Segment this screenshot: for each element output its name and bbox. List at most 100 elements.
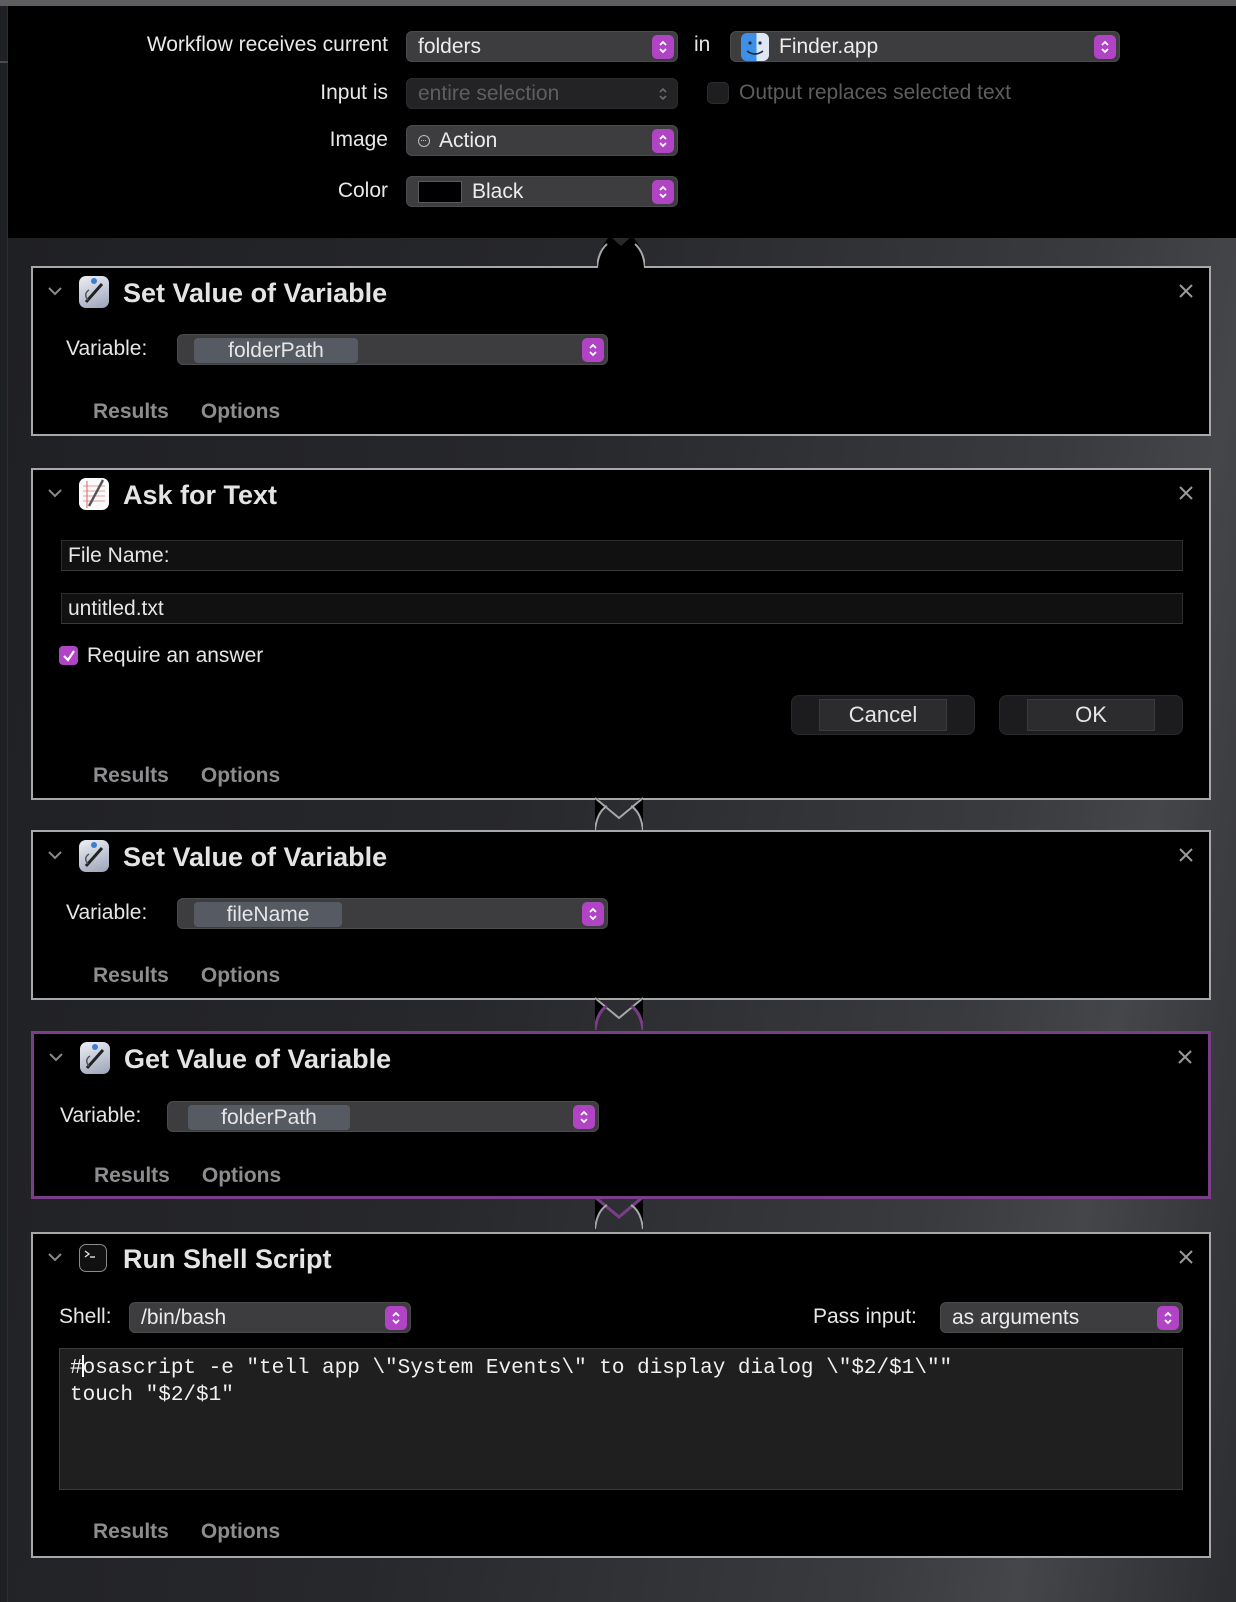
tab-results[interactable]: Results xyxy=(93,964,169,988)
action-image-icon xyxy=(418,134,430,147)
popup-stepper-icon xyxy=(652,35,674,59)
popup-stepper-icon xyxy=(652,180,674,204)
popup-stepper-icon xyxy=(582,902,604,926)
application-value: Finder.app xyxy=(779,34,879,58)
shell-label: Shell: xyxy=(59,1305,112,1328)
popup-stepper-icon xyxy=(1094,35,1116,59)
popup-stepper-icon xyxy=(652,82,674,106)
input-is-label: Input is xyxy=(320,81,388,104)
action-title: Get Value of Variable xyxy=(124,1044,392,1074)
image-value: Action xyxy=(439,128,498,152)
color-popup[interactable]: Black xyxy=(406,176,678,207)
receives-popup[interactable]: folders xyxy=(406,31,678,62)
popup-stepper-icon xyxy=(385,1306,407,1330)
library-pane-edge xyxy=(0,6,8,1602)
script-line-1: #osascript -e "tell app \"System Events\… xyxy=(70,1355,953,1380)
close-icon[interactable] xyxy=(1177,484,1195,502)
textedit-icon xyxy=(79,478,109,510)
collapse-chevron-icon[interactable] xyxy=(47,286,63,296)
script-editor[interactable]: #osascript -e "tell app \"System Events\… xyxy=(59,1348,1183,1490)
default-answer-text: untitled.txt xyxy=(68,596,164,620)
collapse-chevron-icon[interactable] xyxy=(48,1052,64,1062)
workflow-area: Set Value of Variable Variable: folderPa… xyxy=(8,236,1236,1602)
variable-popup[interactable]: fileName xyxy=(177,898,608,929)
pass-input-label: Pass input: xyxy=(813,1305,917,1328)
variable-popup[interactable]: folderPath xyxy=(167,1101,599,1132)
variable-icon xyxy=(79,840,109,872)
collapse-chevron-icon[interactable] xyxy=(47,1252,63,1262)
question-text: File Name: xyxy=(68,543,170,567)
workflow-header: Workflow receives current folders in Fin… xyxy=(8,6,1236,238)
collapse-chevron-icon[interactable] xyxy=(47,488,63,498)
popup-stepper-icon xyxy=(582,338,604,362)
color-value: Black xyxy=(472,179,524,203)
tab-results[interactable]: Results xyxy=(93,764,169,788)
action-title: Run Shell Script xyxy=(123,1244,332,1274)
action-ask-for-text[interactable]: Ask for Text File Name: untitled.txt Req… xyxy=(31,468,1211,800)
receives-label: Workflow receives current xyxy=(146,33,388,56)
input-is-value: entire selection xyxy=(418,81,560,105)
action-tabs: Results Options xyxy=(93,764,280,788)
variable-label: Variable: xyxy=(66,337,148,360)
output-replaces-label: Output replaces selected text xyxy=(739,81,1011,104)
ok-button[interactable]: OK xyxy=(999,695,1183,735)
action-title: Ask for Text xyxy=(123,480,278,510)
collapse-chevron-icon[interactable] xyxy=(47,850,63,860)
variable-icon xyxy=(80,1042,110,1074)
color-label: Color xyxy=(337,179,388,202)
default-answer-field[interactable]: untitled.txt xyxy=(61,593,1183,624)
popup-stepper-icon xyxy=(1157,1306,1179,1330)
connector-notch xyxy=(597,236,645,269)
receives-value: folders xyxy=(418,34,482,58)
close-icon[interactable] xyxy=(1177,846,1195,864)
divider xyxy=(0,61,8,63)
require-answer-label: Require an answer xyxy=(87,644,264,667)
tab-options[interactable]: Options xyxy=(201,400,280,424)
close-icon[interactable] xyxy=(1177,282,1195,300)
input-is-popup: entire selection xyxy=(406,78,678,109)
action-tabs: Results Options xyxy=(94,1164,281,1188)
pass-input-popup[interactable]: as arguments xyxy=(940,1302,1183,1333)
tab-results[interactable]: Results xyxy=(94,1164,170,1188)
variable-label: Variable: xyxy=(66,901,148,924)
action-set-value-of-variable[interactable]: Set Value of Variable Variable: fileName… xyxy=(31,830,1211,1000)
question-field[interactable]: File Name: xyxy=(61,540,1183,571)
connector-notch xyxy=(595,997,643,1031)
cancel-button-label: Cancel xyxy=(819,699,947,731)
cancel-button[interactable]: Cancel xyxy=(791,695,975,735)
variable-label: Variable: xyxy=(60,1104,142,1127)
action-run-shell-script[interactable]: Run Shell Script Shell: /bin/bash Pass i… xyxy=(31,1232,1211,1558)
shell-value: /bin/bash xyxy=(141,1305,227,1329)
action-set-value-of-variable[interactable]: Set Value of Variable Variable: folderPa… xyxy=(31,236,1211,436)
popup-stepper-icon xyxy=(652,129,674,153)
tab-options[interactable]: Options xyxy=(201,764,280,788)
action-tabs: Results Options xyxy=(93,1520,280,1544)
require-answer-checkbox[interactable] xyxy=(59,646,78,665)
variable-popup[interactable]: folderPath xyxy=(177,334,608,365)
image-popup[interactable]: Action xyxy=(406,125,678,156)
connector-notch xyxy=(595,797,643,831)
color-swatch xyxy=(418,180,462,203)
action-get-value-of-variable[interactable]: Get Value of Variable Variable: folderPa… xyxy=(31,1031,1211,1199)
in-label: in xyxy=(694,33,711,56)
application-popup[interactable]: Finder.app xyxy=(730,31,1120,62)
action-title: Set Value of Variable xyxy=(123,278,388,308)
close-icon[interactable] xyxy=(1177,1248,1195,1266)
variable-icon xyxy=(79,276,109,308)
close-icon[interactable] xyxy=(1176,1048,1194,1066)
tab-options[interactable]: Options xyxy=(201,964,280,988)
checkmark-icon xyxy=(62,649,75,662)
script-line-2: touch "$2/$1" xyxy=(70,1384,234,1407)
tab-options[interactable]: Options xyxy=(202,1164,281,1188)
shell-popup[interactable]: /bin/bash xyxy=(129,1302,411,1333)
tab-results[interactable]: Results xyxy=(93,400,169,424)
variable-token: folderPath xyxy=(188,1105,350,1130)
variable-token: folderPath xyxy=(194,338,358,363)
tab-results[interactable]: Results xyxy=(93,1520,169,1544)
action-tabs: Results Options xyxy=(93,400,280,424)
output-replaces-checkbox xyxy=(707,82,729,104)
action-tabs: Results Options xyxy=(93,964,280,988)
action-title: Set Value of Variable xyxy=(123,842,388,872)
popup-stepper-icon xyxy=(573,1105,595,1129)
tab-options[interactable]: Options xyxy=(201,1520,280,1544)
